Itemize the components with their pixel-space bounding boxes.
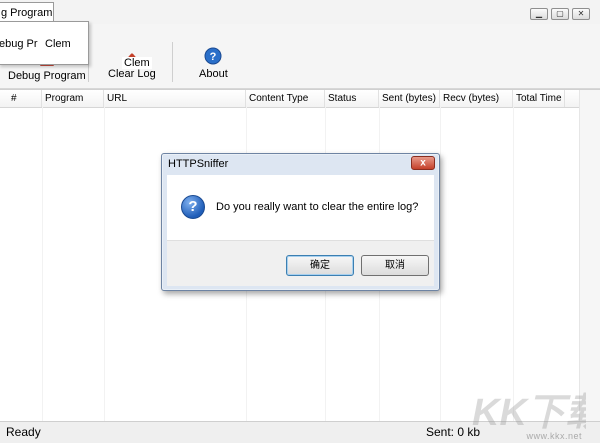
column-divider xyxy=(513,107,514,422)
minimize-icon: ▁ xyxy=(535,9,543,18)
column-total-time[interactable]: Total Time xyxy=(513,90,565,107)
about-label: About xyxy=(199,68,228,80)
vertical-scrollbar[interactable] xyxy=(579,90,600,422)
column-divider xyxy=(440,107,441,422)
ribbon-toolbar: Debug Program Clear Log ? About Clem xyxy=(0,24,600,89)
close-button[interactable]: ✕ xyxy=(572,8,590,20)
column-number[interactable]: # xyxy=(8,90,42,107)
column-sent[interactable]: Sent (bytes) xyxy=(379,90,440,107)
program-menu-popup: ebug Pr Clem xyxy=(0,21,89,65)
window-controls: ▁ ▢ ✕ xyxy=(530,8,590,20)
clem-label: Clem xyxy=(122,57,152,69)
list-header: # Program URL Content Type Status Sent (… xyxy=(0,90,580,108)
column-divider xyxy=(104,107,105,422)
dialog-message: Do you really want to clear the entire l… xyxy=(216,201,419,213)
watermark-text: KK下载 xyxy=(472,392,586,434)
column-recv[interactable]: Recv (bytes) xyxy=(440,90,513,107)
dialog-close-button[interactable]: x xyxy=(411,156,435,170)
cancel-button[interactable]: 取消 xyxy=(361,255,429,276)
close-icon: ✕ xyxy=(577,9,585,18)
svg-text:?: ? xyxy=(210,51,217,63)
column-url[interactable]: URL xyxy=(104,90,246,107)
debug-program-label: Debug Program xyxy=(8,70,86,82)
title-bar: ▁ ▢ ✕ xyxy=(0,0,600,25)
clear-log-label: Clear Log xyxy=(108,68,156,80)
dialog-body: ? Do you really want to clear the entire… xyxy=(167,175,434,240)
help-icon: ? xyxy=(204,47,222,65)
minimize-button[interactable]: ▁ xyxy=(530,8,548,20)
about-button[interactable]: ? About xyxy=(199,46,228,80)
dialog-title: HTTPSniffer xyxy=(168,158,229,170)
maximize-button[interactable]: ▢ xyxy=(551,8,569,20)
menu-item-clem[interactable]: Clem xyxy=(45,38,71,50)
watermark-url: www.kkx.net xyxy=(526,431,582,441)
column-program[interactable]: Program xyxy=(42,90,104,107)
column-status[interactable]: Status xyxy=(325,90,379,107)
ribbon-separator xyxy=(172,42,173,82)
status-text: Ready xyxy=(6,425,41,439)
question-icon: ? xyxy=(181,195,205,219)
close-icon: x xyxy=(420,157,426,169)
column-divider xyxy=(42,107,43,422)
maximize-icon: ▢ xyxy=(556,9,564,18)
app-window: ▁ ▢ ✕ Debug Program Clear Log ? About Cl… xyxy=(0,0,600,443)
dialog-footer: 确定 取消 xyxy=(167,240,434,286)
program-menu-tab[interactable]: g Program xyxy=(0,2,54,22)
column-content-type[interactable]: Content Type xyxy=(246,90,325,107)
confirm-dialog: HTTPSniffer x ? Do you really want to cl… xyxy=(161,153,440,291)
menu-item-debug-program[interactable]: ebug Pr xyxy=(0,38,38,50)
ok-button[interactable]: 确定 xyxy=(286,255,354,276)
